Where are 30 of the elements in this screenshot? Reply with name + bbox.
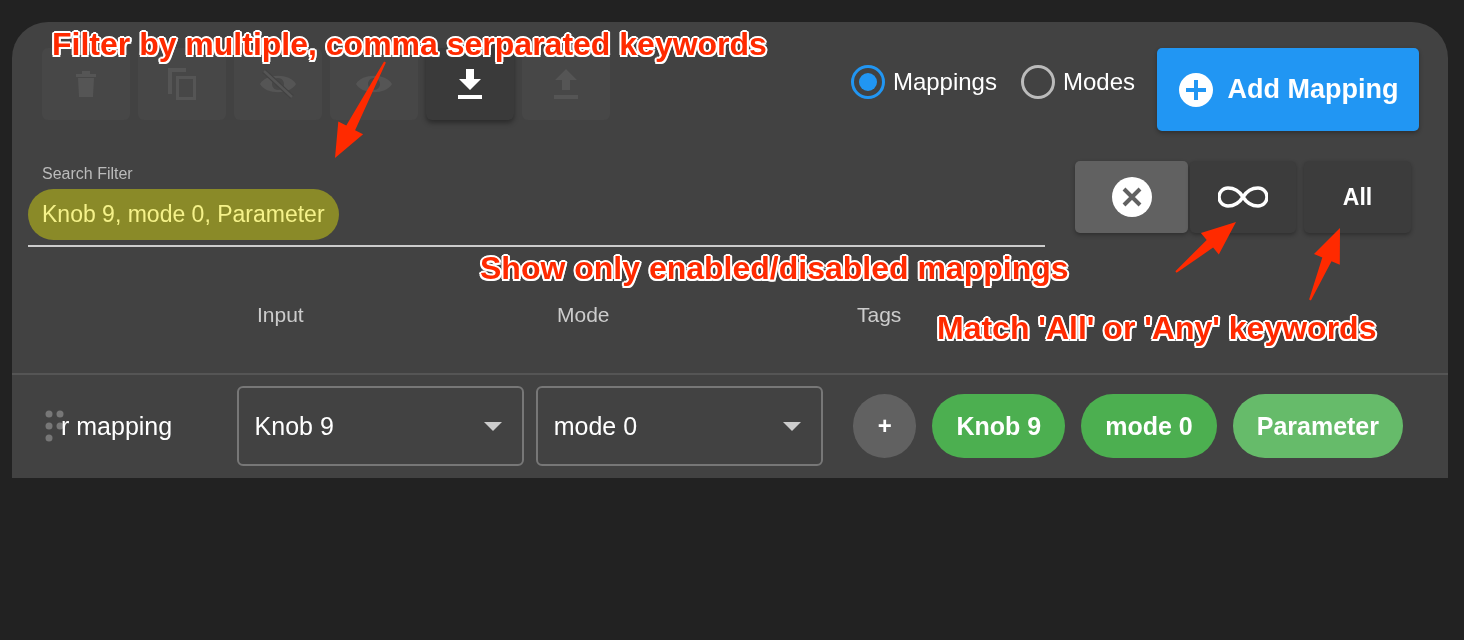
radio-label: Mappings: [892, 68, 997, 96]
filter-button[interactable]: [1075, 161, 1188, 233]
radio-circle[interactable]: [850, 65, 885, 99]
download-icon: [457, 69, 483, 99]
annotation-arrow: [1175, 222, 1236, 273]
annotation-text: Show only enabled/disabled mappings: [480, 250, 1069, 287]
annotation-text: Filter by multiple, comma serparated keywords: [52, 26, 767, 63]
column-header: Mode: [557, 303, 610, 327]
radio-option[interactable]: Modes: [1020, 65, 1135, 99]
add-mapping-button[interactable]: Add Mapping: [1157, 48, 1419, 131]
infinity-icon: [1218, 185, 1268, 209]
filter-button[interactable]: [1190, 161, 1296, 233]
add-tag-button[interactable]: +: [852, 394, 917, 458]
radio-option[interactable]: Mappings: [850, 65, 997, 99]
search-field[interactable]: Search Filter Knob 9, mode 0, Parameter: [28, 161, 1045, 247]
radio-circle[interactable]: [1020, 65, 1055, 99]
field-value: Knob 9, mode 0, Parameter: [28, 189, 339, 240]
annotation-text: Match 'All' or 'Any' keywords: [937, 310, 1377, 347]
close-icon: [1110, 176, 1153, 218]
field-label: Search Filter: [42, 165, 133, 183]
mode-select[interactable]: mode 0: [535, 386, 823, 466]
input-select[interactable]: Knob 9: [236, 386, 524, 466]
caret-icon: [782, 421, 801, 431]
radio-label: Modes: [1062, 68, 1135, 96]
mapping-name: r mapping: [61, 411, 173, 441]
caret-icon: [483, 421, 502, 431]
column-header: Tags: [857, 303, 902, 327]
filter-button[interactable]: All: [1304, 161, 1411, 233]
column-header: Input: [257, 303, 304, 327]
plus-circle-icon: [1177, 71, 1214, 108]
